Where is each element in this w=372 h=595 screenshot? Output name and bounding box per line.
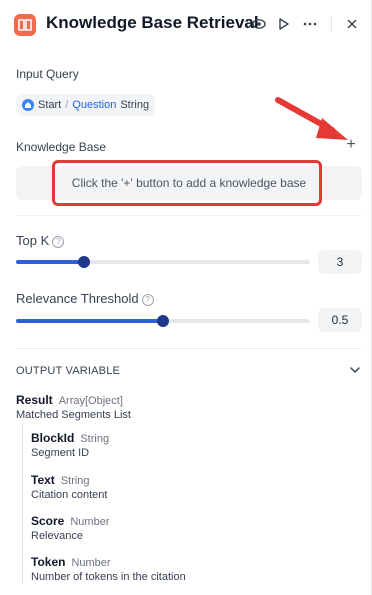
knowledge-base-label: Knowledge Base <box>16 140 107 154</box>
chip-separator: / <box>65 99 69 111</box>
top-k-slider-fill <box>16 260 84 264</box>
run-play-icon[interactable] <box>274 14 294 34</box>
node-config-panel: Knowledge Base Retrieval Input Query Sta… <box>0 0 372 595</box>
variable-description: Segment ID <box>31 447 90 459</box>
panel-header: Knowledge Base Retrieval <box>0 0 372 48</box>
tree-connector <box>22 424 23 584</box>
top-k-label: Top K? <box>16 233 65 248</box>
chip-type: String <box>120 99 150 111</box>
knowledge-book-icon <box>14 14 36 36</box>
relevance-threshold-input[interactable]: 0.5 <box>318 308 362 332</box>
input-query-label: Input Query <box>16 67 79 81</box>
section-divider <box>16 348 362 349</box>
relevance-threshold-slider[interactable] <box>16 315 310 327</box>
variable-type: String <box>80 433 110 445</box>
variable-description: Matched Segments List <box>16 409 131 421</box>
section-divider <box>16 215 362 216</box>
header-divider <box>331 16 332 32</box>
help-icon[interactable]: ? <box>52 236 65 248</box>
annotation-highlight-box <box>52 160 322 206</box>
close-icon[interactable] <box>342 14 362 34</box>
eye-settings-icon[interactable] <box>249 14 269 34</box>
top-k-label-text: Top K <box>16 233 50 248</box>
relevance-threshold-label: Relevance Threshold? <box>16 291 154 306</box>
panel-title: Knowledge Base Retrieval <box>46 13 259 32</box>
output-field: Text String <box>31 471 90 489</box>
output-field: Score Number <box>31 512 109 530</box>
variable-type: String <box>60 475 90 487</box>
variable-description: Citation content <box>31 489 108 501</box>
output-field: BlockId String <box>31 429 109 447</box>
variable-type: Array[Object] <box>58 395 123 407</box>
variable-description: Relevance <box>31 530 83 542</box>
more-icon[interactable] <box>300 14 320 34</box>
relevance-slider-handle[interactable] <box>157 315 169 327</box>
output-field: Token Number <box>31 553 111 571</box>
variable-description: Number of tokens in the citation <box>31 571 186 583</box>
variable-name: BlockId <box>31 431 75 445</box>
result-variable: Result Array[Object] <box>16 391 123 409</box>
chevron-down-icon[interactable] <box>348 363 362 377</box>
variable-name: Token <box>31 555 66 569</box>
help-icon[interactable]: ? <box>141 294 154 306</box>
variable-type: Number <box>71 557 111 569</box>
home-icon <box>22 99 34 111</box>
relevance-threshold-label-text: Relevance Threshold <box>16 291 139 306</box>
top-k-slider[interactable] <box>16 256 310 268</box>
variable-name: Result <box>16 393 53 407</box>
variable-name: Score <box>31 514 65 528</box>
chip-node: Start <box>38 99 62 111</box>
annotation-arrow-icon <box>275 97 348 140</box>
variable-name: Text <box>31 473 55 487</box>
top-k-slider-handle[interactable] <box>77 256 90 268</box>
variable-type: Number <box>70 516 110 528</box>
input-query-chip[interactable]: Start / Question String <box>16 94 156 116</box>
chip-variable: Question <box>72 99 117 111</box>
relevance-slider-fill <box>16 319 163 323</box>
output-variable-title: OUTPUT VARIABLE <box>16 365 121 377</box>
top-k-input[interactable]: 3 <box>318 250 362 274</box>
